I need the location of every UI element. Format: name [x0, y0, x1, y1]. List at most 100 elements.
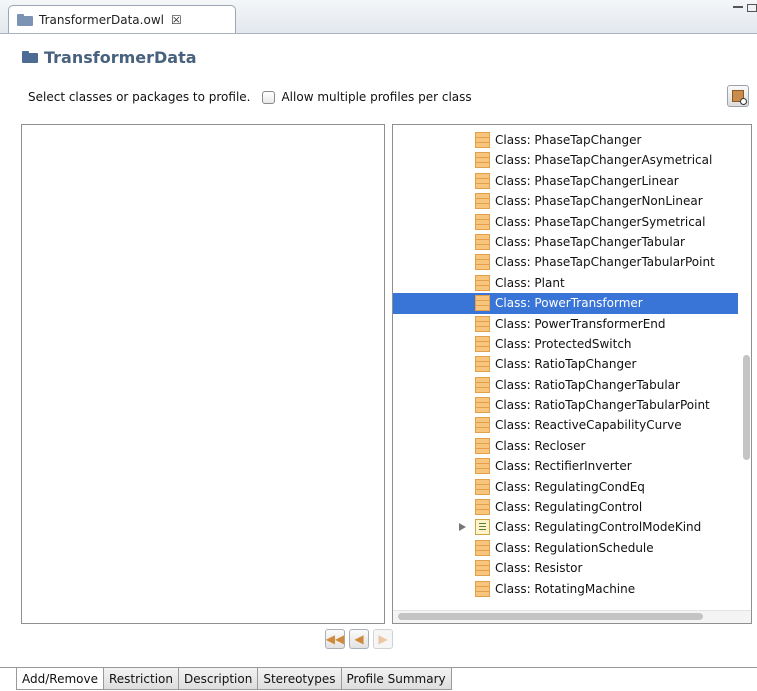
class-icon: [475, 356, 490, 373]
tree-row[interactable]: Class: PhaseTapChangerTabular: [393, 232, 738, 252]
model-class-tree[interactable]: Class: PhaseTapChanger Class: PhaseTapCha…: [392, 124, 752, 624]
instruction-text: Select classes or packages to profile.: [28, 90, 251, 104]
class-icon: [475, 233, 490, 250]
tree-row[interactable]: Class: Resistor: [393, 558, 738, 578]
class-icon: [475, 213, 490, 230]
tree-row[interactable]: Class: RegulatingControl: [393, 497, 738, 517]
tree-row-label: Class: PhaseTapChangerSymetrical: [495, 214, 706, 229]
add-button[interactable]: ◀: [349, 629, 369, 649]
bottom-tab-bar: Add/Remove Restriction Description Stereoty…: [16, 667, 452, 690]
class-icon: [475, 397, 490, 414]
remove-button[interactable]: ▶: [373, 629, 393, 649]
tree-row[interactable]: Class: PhaseTapChanger: [393, 130, 738, 150]
vertical-scrollbar[interactable]: [743, 355, 750, 460]
tree-row-label: Class: ProtectedSwitch: [495, 336, 632, 351]
class-icon: [475, 193, 490, 210]
tree-row[interactable]: Class: PowerTransformerEnd: [393, 314, 738, 334]
class-icon: [475, 335, 490, 352]
class-icon: [475, 458, 490, 475]
tree-row-label: Class: ReactiveCapabilityCurve: [495, 418, 682, 433]
tree-row-label: Class: PhaseTapChangerAsymetrical: [495, 153, 713, 168]
tree-row[interactable]: Class: RegulatingControlModeKind: [393, 517, 738, 537]
tree-row-label: Class: Resistor: [495, 561, 583, 576]
tree-row[interactable]: Class: PhaseTapChangerNonLinear: [393, 191, 738, 211]
horizontal-scrollbar[interactable]: [398, 613, 703, 620]
class-icon: [475, 132, 490, 148]
class-icon: [475, 580, 490, 597]
allow-multiple-checkbox[interactable]: [262, 90, 276, 104]
expand-arrow-icon[interactable]: [459, 523, 466, 532]
class-icon: [475, 295, 490, 312]
tree-row[interactable]: Class: PhaseTapChangerAsymetrical: [393, 150, 738, 170]
tree-row-label: Class: PhaseTapChangerTabularPoint: [495, 255, 715, 270]
transfer-buttons: ◀◀ ◀ ▶: [325, 629, 393, 649]
tree-row[interactable]: Class: Recloser: [393, 436, 738, 456]
tree-row-label: Class: PowerTransformerEnd: [495, 316, 666, 331]
tree-row[interactable]: Class: PhaseTapChangerSymetrical: [393, 212, 738, 232]
tab-description[interactable]: Description: [178, 668, 259, 690]
tab-stereotypes[interactable]: Stereotypes: [258, 668, 342, 690]
tree-row-label: Class: RegulationSchedule: [495, 540, 654, 555]
class-icon: [475, 254, 490, 271]
close-icon[interactable]: ☒: [171, 13, 182, 27]
tree-row-label: Class: Recloser: [495, 438, 586, 453]
tree-row-label: Class: RatioTapChangerTabularPoint: [495, 398, 710, 413]
tree-row-label: Class: RegulatingControl: [495, 500, 643, 515]
class-icon: [475, 152, 490, 169]
class-icon: [475, 478, 490, 495]
tree-row-label: Class: PhaseTapChangerNonLinear: [495, 194, 703, 209]
tree-row[interactable]: Class: ReactiveCapabilityCurve: [393, 415, 738, 435]
class-icon: [475, 417, 490, 434]
tree-row-label: Class: RatioTapChangerTabular: [495, 377, 680, 392]
class-icon: [475, 274, 490, 291]
tree-row[interactable]: Class: PowerTransformer: [393, 293, 738, 314]
class-icon: [475, 560, 490, 577]
allow-multiple-label: Allow multiple profiles per class: [281, 90, 472, 104]
tree-row-label: Class: RatioTapChanger: [495, 357, 637, 372]
add-all-button[interactable]: ◀◀: [325, 629, 345, 649]
tree-row-label: Class: RegulatingCondEq: [495, 479, 645, 494]
tree-row[interactable]: Class: RegulationSchedule: [393, 538, 738, 558]
tab-add-remove[interactable]: Add/Remove: [16, 668, 104, 690]
profile-toolbar: Select classes or packages to profile. A…: [28, 90, 472, 104]
tree-row[interactable]: Class: RatioTapChangerTabularPoint: [393, 395, 738, 415]
page-title: TransformerData: [44, 48, 197, 67]
tree-row-label: Class: PhaseTapChangerLinear: [495, 173, 679, 188]
tree-row[interactable]: Class: RatioTapChangerTabular: [393, 375, 738, 395]
tree-row-label: Class: PhaseTapChanger: [495, 133, 642, 147]
tree-row[interactable]: Class: RectifierInverter: [393, 456, 738, 476]
editor-tab[interactable]: TransformerData.owl ☒: [8, 5, 236, 33]
enum-icon: [475, 519, 490, 536]
class-icon: [475, 172, 490, 189]
tree-row-label: Class: RotatingMachine: [495, 581, 636, 596]
tab-profile-summary[interactable]: Profile Summary: [341, 668, 452, 690]
maximize-icon[interactable]: [747, 4, 757, 12]
tree-row[interactable]: Class: Plant: [393, 273, 738, 293]
tree-row-label: Class: Plant: [495, 275, 565, 290]
horizontal-scroll-track: [393, 610, 751, 623]
tree-row[interactable]: Class: PhaseTapChangerTabularPoint: [393, 252, 738, 272]
profile-action-button[interactable]: [727, 85, 749, 107]
tab-restriction[interactable]: Restriction: [103, 668, 179, 690]
tree-row[interactable]: Class: RatioTapChanger: [393, 354, 738, 374]
tree-row-label: Class: PowerTransformer: [495, 296, 643, 311]
tree-row[interactable]: Class: RegulatingCondEq: [393, 477, 738, 497]
class-icon: [475, 437, 490, 454]
tree-row-label: Class: RegulatingControlModeKind: [495, 520, 702, 535]
folder-icon: [17, 13, 33, 26]
profile-search-icon: [732, 90, 747, 105]
class-icon: [475, 376, 490, 393]
minimize-icon[interactable]: [733, 6, 743, 10]
profiled-classes-list[interactable]: [21, 124, 385, 624]
class-icon: [475, 315, 490, 332]
tree-row[interactable]: Class: RotatingMachine: [393, 579, 738, 599]
editor-tab-bar: TransformerData.owl ☒: [0, 0, 757, 34]
class-icon: [475, 539, 490, 556]
tree-row-label: Class: RectifierInverter: [495, 459, 632, 474]
package-icon: [22, 51, 38, 63]
class-icon: [475, 499, 490, 516]
editor-tab-title: TransformerData.owl: [39, 12, 164, 27]
window-controls: [733, 4, 757, 12]
tree-row[interactable]: Class: PhaseTapChangerLinear: [393, 171, 738, 191]
tree-row[interactable]: Class: ProtectedSwitch: [393, 334, 738, 354]
